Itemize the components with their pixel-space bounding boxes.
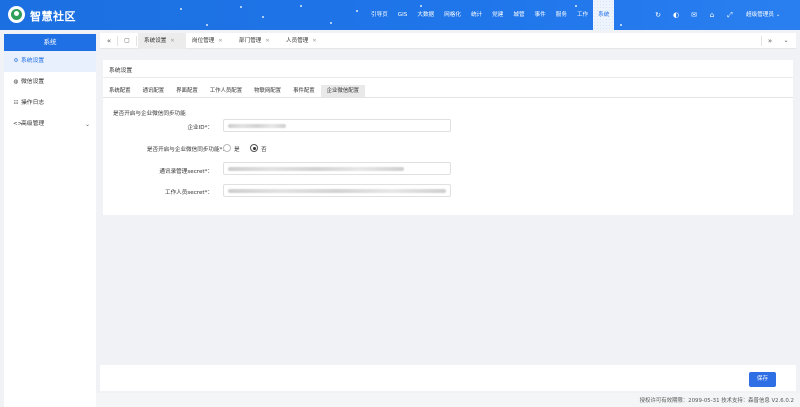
footer-text: 授权许可有效期限：2099-05-31 技术支持：森普信息 V2.6.0.2 xyxy=(639,398,794,404)
sidebar-item-label: 操作日志 xyxy=(21,100,45,106)
sync-yes-label: 是 xyxy=(234,147,240,153)
sidebar-item-label: 微信设置 xyxy=(21,79,45,85)
tab-staff-management[interactable]: 人员管理 ✕ xyxy=(284,33,332,49)
app-title: 智慧社区 xyxy=(30,10,76,23)
code-icon: <> xyxy=(13,121,23,127)
sync-no-radio[interactable] xyxy=(250,144,258,152)
corp-id-input[interactable] xyxy=(223,119,451,132)
sidebar-item-wechat-settings[interactable]: ◍ 微信设置 xyxy=(4,72,96,93)
nav-bigdata[interactable]: 大数据 xyxy=(412,0,439,30)
corp-id-label: 企业ID*： xyxy=(187,125,213,131)
top-nav: 引导页 GIS 大数据 网格化 统计 党建 城管 事件 服务 工作 系统 xyxy=(366,0,615,30)
close-icon[interactable]: ✕ xyxy=(312,38,316,44)
tab-department-management[interactable]: 部门管理 ✕ xyxy=(237,33,285,49)
nav-urban[interactable]: 城管 xyxy=(508,0,529,30)
close-icon[interactable]: ✕ xyxy=(265,38,269,44)
settings-card: 系统设置 系统配置 通讯配置 界面配置 工作人员配置 物联网配置 事件配置 企业… xyxy=(103,60,793,215)
sync-yes-radio[interactable] xyxy=(223,144,231,152)
tab-system-config[interactable]: 系统配置 xyxy=(103,85,137,97)
nav-service[interactable]: 服务 xyxy=(551,0,572,30)
tab-position-management[interactable]: 岗位管理 ✕ xyxy=(190,33,238,49)
sidebar-item-system-settings[interactable]: ⚙ 系统设置 xyxy=(4,51,96,72)
scroll-left-icon[interactable]: « xyxy=(102,33,116,49)
nav-stats[interactable]: 统计 xyxy=(466,0,487,30)
sync-no-label: 否 xyxy=(261,147,267,153)
card-title: 系统设置 xyxy=(109,68,133,74)
sidebar-item-label: 系统设置 xyxy=(21,58,45,64)
tab-iot-config[interactable]: 物联网配置 xyxy=(248,85,287,97)
chevron-down-icon[interactable]: ⌄ xyxy=(779,33,793,49)
section-label: 是否开启与企业微信同步功能 xyxy=(113,111,186,117)
theme-icon[interactable]: ◐ xyxy=(667,0,685,30)
save-button[interactable]: 保存 xyxy=(749,372,776,387)
action-bar xyxy=(100,365,796,391)
staff-secret-input[interactable] xyxy=(223,184,451,197)
header-icons: ↻ ◐ ✉ ⌂ ⤢ xyxy=(649,0,739,30)
chevron-down-icon: ⌄ xyxy=(775,12,781,18)
close-icon[interactable]: ✕ xyxy=(170,38,174,44)
sidebar: 系统 ⚙ 系统设置 ◍ 微信设置 ☷ 操作日志 <>高级管理 ⌄ xyxy=(4,34,96,407)
nav-event[interactable]: 事件 xyxy=(530,0,551,30)
gear-icon: ⚙ xyxy=(13,58,19,64)
tag-icon[interactable]: ⌂ xyxy=(703,0,721,30)
settings-tabs: 系统配置 通讯配置 界面配置 工作人员配置 物联网配置 事件配置 企业微信配置 xyxy=(103,85,365,97)
refresh-icon[interactable]: ↻ xyxy=(649,0,667,30)
sync-label: 是否开启与企业微信同步功能*： xyxy=(146,147,228,153)
app-logo xyxy=(8,6,25,23)
user-menu[interactable]: 超级管理员 ⌄ xyxy=(746,0,780,30)
sidebar-item-operation-log[interactable]: ☷ 操作日志 xyxy=(4,93,96,114)
footer: 授权许可有效期限：2099-05-31 技术支持：森普信息 V2.6.0.2 xyxy=(96,393,800,407)
tab-staff-config[interactable]: 工作人员配置 xyxy=(204,85,248,97)
sidebar-title: 系统 xyxy=(4,34,96,51)
user-name: 超级管理员 xyxy=(746,12,774,18)
nav-gis[interactable]: GIS xyxy=(393,0,413,30)
tab-communication-config[interactable]: 通讯配置 xyxy=(137,85,171,97)
log-icon: ☷ xyxy=(13,100,19,106)
scroll-right-icon[interactable]: » xyxy=(763,33,777,49)
staff-secret-label: 工作人员secret*： xyxy=(164,190,213,196)
contacts-secret-input[interactable] xyxy=(223,162,451,175)
fullscreen-icon[interactable]: ⤢ xyxy=(721,0,739,30)
wechat-icon: ◍ xyxy=(13,79,19,85)
tab-system-settings[interactable]: 系统设置 ✕ xyxy=(138,33,186,49)
chevron-down-icon: ⌄ xyxy=(84,121,90,128)
page-tab-bar: « ▢ 系统设置 ✕ 岗位管理 ✕ 部门管理 ✕ 人员管理 ✕ » ⌄ xyxy=(100,33,796,49)
tab-wecom-config[interactable]: 企业微信配置 xyxy=(320,85,365,97)
tab-event-config[interactable]: 事件配置 xyxy=(287,85,321,97)
close-icon[interactable]: ✕ xyxy=(218,38,222,44)
home-icon[interactable]: ▢ xyxy=(120,33,134,49)
message-icon[interactable]: ✉ xyxy=(685,0,703,30)
top-header: 智慧社区 引导页 GIS 大数据 网格化 统计 党建 城管 事件 服务 工作 系… xyxy=(0,0,800,30)
nav-work[interactable]: 工作 xyxy=(572,0,593,30)
nav-system[interactable]: 系统 xyxy=(593,0,615,30)
sidebar-item-label: 高级管理 xyxy=(21,121,45,127)
nav-grid[interactable]: 网格化 xyxy=(439,0,466,30)
nav-guide[interactable]: 引导页 xyxy=(366,0,393,30)
tab-interface-config[interactable]: 界面配置 xyxy=(170,85,204,97)
sidebar-item-advanced[interactable]: <>高级管理 ⌄ xyxy=(4,114,96,135)
nav-party[interactable]: 党建 xyxy=(487,0,508,30)
contacts-secret-label: 通讯录管理secret*： xyxy=(159,169,213,175)
